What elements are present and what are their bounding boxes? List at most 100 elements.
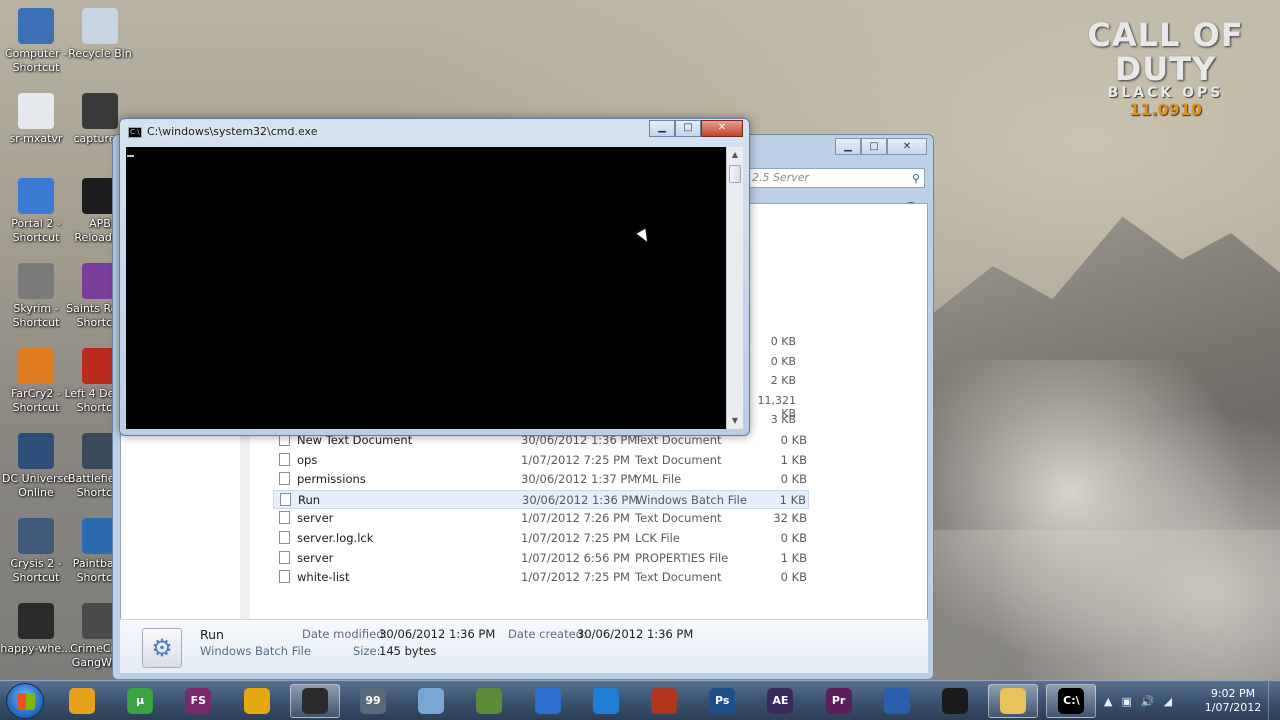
taskbar-button-cmd[interactable]: C:\ bbox=[1046, 684, 1097, 718]
desktop-icon-happy-whe[interactable]: happy-whe... bbox=[0, 603, 72, 656]
taskbar-button-utorrent[interactable]: µ bbox=[115, 684, 165, 718]
file-type: Text Document bbox=[635, 570, 722, 585]
file-icon bbox=[279, 511, 290, 525]
cmd-maximize-button[interactable]: □ bbox=[675, 120, 701, 137]
details-file-type: Windows Batch File bbox=[200, 644, 311, 658]
camera-icon bbox=[301, 688, 328, 714]
batch-file-icon: ⚙ bbox=[142, 628, 182, 668]
file-name: server bbox=[297, 550, 334, 565]
desktop-icon-label: happy-whe... bbox=[0, 642, 72, 655]
network-signal-icon[interactable]: ◢ bbox=[1164, 695, 1172, 708]
network-icon bbox=[418, 688, 445, 714]
desktop-icon-farcry2-shortcut[interactable]: FarCry2 - Shortcut bbox=[0, 348, 72, 415]
taskmgr-icon: 99 bbox=[360, 688, 386, 714]
file-row[interactable]: server.log.lck 1/07/2012 7:25 PM LCK File 0… bbox=[273, 529, 809, 548]
file-size: 0 KB bbox=[780, 472, 807, 487]
file-type: Windows Batch File bbox=[636, 492, 747, 507]
cmd-window[interactable]: C:\ C:\windows\system32\cmd.exe ▁ □ ✕ ▲ … bbox=[119, 118, 750, 436]
file-type: YML File bbox=[635, 472, 682, 487]
desktop-icon-label: DC Universe Online bbox=[1, 472, 71, 499]
taskbar-button-teamviewer[interactable] bbox=[581, 684, 631, 718]
details-pane: ⚙ Run Windows Batch File Date modified: … bbox=[120, 619, 928, 673]
photoshop-icon: Ps bbox=[709, 688, 736, 714]
console-scrollbar[interactable]: ▲ ▼ bbox=[726, 147, 743, 429]
taskbar: µ FS 99 Ps AE Pr C:\ ▲ ▣ 🔊 ◢ 9:02 PM 1/07/2012 bbox=[0, 680, 1280, 720]
desktop-icon-computer-shortcut[interactable]: Computer - Shortcut bbox=[0, 8, 72, 75]
cmd-icon: C:\ bbox=[128, 127, 142, 138]
clock[interactable]: 9:02 PM 1/07/2012 bbox=[1198, 687, 1268, 715]
file-icon bbox=[279, 550, 290, 564]
file-size: 0 KB bbox=[780, 570, 807, 585]
aftereffects-icon: AE bbox=[767, 688, 794, 714]
file-row[interactable]: white-list 1/07/2012 7:25 PM Text Document… bbox=[273, 568, 809, 587]
taskbar-button-camera[interactable] bbox=[289, 684, 340, 718]
desktop-icon-label: Computer - Shortcut bbox=[4, 47, 68, 74]
desktop-icon-crysis-2-shortcut[interactable]: Crysis 2 - Shortcut bbox=[0, 518, 72, 585]
minecraft-icon bbox=[476, 688, 503, 714]
search-icon[interactable]: ⚲ bbox=[912, 170, 920, 188]
show-desktop-button[interactable] bbox=[1268, 681, 1280, 720]
desktop-icon-sr-mxatvr[interactable]: sr-mxatvr bbox=[0, 93, 72, 146]
file-date-modified: 30/06/2012 1:37 PM bbox=[521, 472, 638, 487]
taskbar-button-headset[interactable] bbox=[232, 684, 282, 718]
file-icon bbox=[279, 531, 290, 544]
taskbar-button-cinema4d[interactable] bbox=[872, 684, 922, 718]
cmd-minimize-button[interactable]: ▁ bbox=[649, 120, 675, 137]
clock-time: 9:02 PM bbox=[1210, 687, 1256, 700]
scroll-down-icon[interactable]: ▼ bbox=[727, 413, 743, 429]
logo-line-1: CALL OF DUTY bbox=[1087, 16, 1244, 88]
scroll-up-icon[interactable]: ▲ bbox=[727, 147, 743, 163]
tray-device-icon[interactable]: ▣ bbox=[1121, 695, 1131, 708]
desktop-icon-portal-2-shortcut[interactable]: Portal 2 - Shortcut bbox=[0, 178, 72, 245]
console-icon bbox=[942, 688, 968, 714]
clock-date: 1/07/2012 bbox=[1204, 701, 1262, 714]
start-button[interactable] bbox=[6, 683, 44, 719]
file-row[interactable]: permissions 30/06/2012 1:37 PM YML File 0 K… bbox=[273, 470, 809, 489]
taskbar-button-fraps[interactable]: FS bbox=[173, 684, 223, 718]
taskbar-button-photoshop[interactable]: Ps bbox=[697, 684, 747, 718]
file-date-modified: 1/07/2012 7:25 PM bbox=[521, 452, 630, 467]
desktop-icon-skyrim-shortcut[interactable]: Skyrim - Shortcut bbox=[0, 263, 72, 330]
dc-universe-online-icon bbox=[18, 433, 54, 469]
file-date-modified: 1/07/2012 7:25 PM bbox=[521, 570, 630, 585]
file-icon bbox=[279, 452, 290, 466]
taskbar-button-aftereffects[interactable]: AE bbox=[755, 684, 805, 718]
desktop-icon-recycle-bin[interactable]: Recycle Bin bbox=[64, 8, 136, 61]
scroll-thumb[interactable] bbox=[729, 165, 741, 183]
logo-version: 11.0910 bbox=[1129, 100, 1202, 119]
taskbar-button-minecraft[interactable] bbox=[464, 684, 514, 718]
file-name: server bbox=[297, 511, 334, 526]
windows-logo-icon bbox=[17, 693, 35, 710]
taskbar-button-premiere[interactable]: Pr bbox=[814, 684, 864, 718]
file-row[interactable]: Run 30/06/2012 1:36 PM Windows Batch File 1… bbox=[273, 489, 809, 509]
tray-expand-icon[interactable]: ▲ bbox=[1104, 695, 1112, 708]
desktop-icon-dc-universe-online[interactable]: DC Universe Online bbox=[0, 433, 72, 500]
taskbar-button-console[interactable] bbox=[930, 684, 980, 718]
desktop-icon-label: Recycle Bin bbox=[68, 47, 132, 60]
cmd-window-title: C:\windows\system32\cmd.exe bbox=[147, 125, 318, 138]
explorer-close-button[interactable]: ✕ bbox=[887, 138, 927, 155]
console-output[interactable] bbox=[126, 147, 726, 429]
file-row[interactable]: server 1/07/2012 6:56 PM PROPERTIES File 1 … bbox=[273, 549, 809, 568]
file-name: white-list bbox=[297, 570, 350, 585]
details-created-label: Date created: bbox=[508, 627, 587, 641]
taskbar-button-network[interactable] bbox=[406, 684, 456, 718]
taskbar-button-chrome[interactable] bbox=[57, 684, 107, 718]
system-tray: ▲ ▣ 🔊 ◢ bbox=[1104, 681, 1172, 720]
file-size: 0 KB bbox=[780, 531, 807, 545]
desktop-icon-label: sr-mxatvr bbox=[9, 132, 63, 145]
taskbar-button-taskmgr[interactable]: 99 bbox=[348, 684, 398, 718]
taskbar-button-globe[interactable] bbox=[523, 684, 573, 718]
file-row[interactable]: server 1/07/2012 7:26 PM Text Document 32 K… bbox=[273, 509, 809, 528]
desktop-icon-label: Portal 2 - Shortcut bbox=[11, 217, 61, 244]
explorer-maximize-button[interactable]: □ bbox=[861, 138, 887, 155]
search-input[interactable]: 2.5 Server ⚲ bbox=[745, 168, 925, 188]
desktop-icon-label: Skyrim - Shortcut bbox=[12, 302, 60, 329]
explorer-icon bbox=[1000, 688, 1027, 714]
file-row[interactable]: ops 1/07/2012 7:25 PM Text Document 1 KB bbox=[273, 451, 809, 470]
explorer-minimize-button[interactable]: ▁ bbox=[835, 138, 861, 155]
taskbar-button-explorer[interactable] bbox=[988, 684, 1039, 718]
taskbar-button-mask[interactable] bbox=[639, 684, 689, 718]
cmd-close-button[interactable]: ✕ bbox=[701, 120, 743, 137]
volume-icon[interactable]: 🔊 bbox=[1141, 695, 1155, 708]
